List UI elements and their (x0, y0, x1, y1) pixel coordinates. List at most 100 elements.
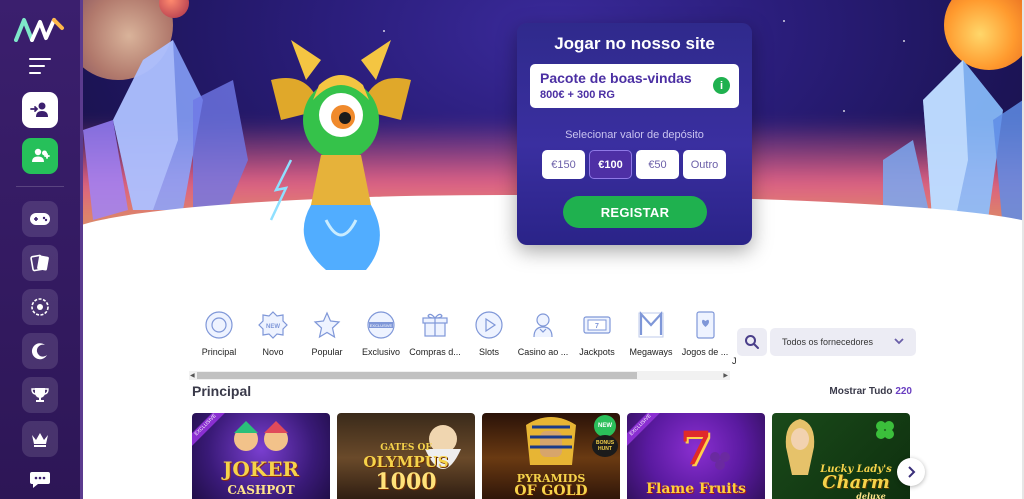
category-novo[interactable]: NEW Novo (246, 310, 300, 366)
jester-illustration (234, 421, 288, 451)
game-title-line: 1000 (375, 469, 437, 495)
scroll-right-icon[interactable]: ▶ (723, 372, 728, 379)
categories-scrollbar[interactable]: ◀ ▶ (189, 371, 730, 380)
category-label: Casino ao ... (517, 347, 569, 357)
category-principal[interactable]: Principal (192, 310, 246, 366)
category-label: Jogos de ... (681, 347, 729, 357)
svg-text:EXCLUSIVE: EXCLUSIVE (370, 323, 393, 328)
category-more[interactable]: J (732, 356, 737, 366)
game-card-pyramids-of-gold[interactable]: NEW BONUS HUNT PYRAMIDS OF GOLD (482, 413, 620, 499)
category-label: Principal (201, 347, 237, 357)
chevron-down-icon (894, 338, 904, 345)
sidebar-item-crash[interactable] (22, 333, 58, 369)
game-title-line: JOKER (222, 457, 300, 481)
category-label: Popular (311, 347, 343, 357)
category-popular[interactable]: Popular (300, 310, 354, 366)
category-casino-ao-vivo[interactable]: Casino ao ... (516, 310, 570, 366)
info-icon[interactable]: i (713, 77, 730, 94)
trophy-icon (31, 388, 49, 402)
section-title: Principal (192, 383, 252, 399)
show-all-link[interactable]: Mostrar Tudo 220 (829, 386, 912, 397)
game-card-gates-of-olympus-1000[interactable]: GATES OF OLYMPUS 1000 (337, 413, 475, 499)
category-label: Slots (478, 347, 499, 357)
category-compras[interactable]: Compras d... (408, 310, 462, 366)
hero-banner: Jogar no nosso site Pacote de boas-vinda… (83, 0, 1024, 300)
sidebar-divider (16, 186, 64, 187)
offer-name: Pacote de boas-vindas (540, 70, 692, 86)
category-label: Megaways (629, 347, 673, 357)
grapes-icon (710, 452, 730, 470)
game-title-line: deluxe (856, 491, 886, 499)
sidebar-item-tournaments[interactable] (22, 377, 58, 413)
moon-icon (31, 343, 47, 360)
category-megaways[interactable]: Megaways (624, 310, 678, 366)
sidebar (0, 0, 80, 499)
search-icon (745, 335, 759, 349)
game-card-flame-fruits-frenzy[interactable]: EXCLUSIVE 7 Flame Fruits (627, 413, 765, 499)
add-user-icon (32, 148, 50, 162)
game-title-line: 7 (679, 421, 712, 475)
menu-icon[interactable] (29, 58, 51, 74)
game-card-joker-cashpot[interactable]: EXCLUSIVE JOKER CASHPOT (192, 413, 330, 499)
svg-text:NEW: NEW (266, 324, 280, 330)
show-all-count: 220 (895, 386, 912, 397)
category-jackpots[interactable]: 7 Jackpots (570, 310, 624, 366)
sidebar-item-vip[interactable] (22, 421, 58, 457)
scroll-left-icon[interactable]: ◀ (190, 372, 195, 379)
registration-title: Jogar no nosso site (554, 34, 715, 53)
home-icon (205, 311, 233, 339)
deposit-label: Selecionar valor de depósito (565, 129, 704, 141)
mascot-illustration (269, 40, 411, 270)
bonus-hunt-badge: BONUS HUNT (592, 435, 618, 457)
chat-button[interactable] (24, 465, 56, 493)
category-label: Jackpots (579, 347, 615, 357)
category-slots[interactable]: Slots (462, 310, 516, 366)
category-label: Exclusivo (361, 347, 400, 357)
sidebar-item-table-games[interactable] (22, 245, 58, 281)
gift-icon (422, 313, 448, 337)
provider-select[interactable]: Todos os fornecedores (770, 328, 916, 356)
category-jogos-de-mesa[interactable]: Jogos de ... (678, 310, 732, 366)
provider-select-value: Todos os fornecedores (782, 337, 874, 347)
game-categories: Principal NEW Novo Popular EXCLUSIVE Exc… (192, 310, 737, 366)
deposit-amount-options: €150 €100 €50 Outro (542, 150, 726, 179)
registration-card: Jogar no nosso site Pacote de boas-vinda… (517, 23, 752, 245)
game-card-lucky-ladys-charm-deluxe[interactable]: Lucky Lady's Charm deluxe (772, 413, 910, 499)
deposit-amount-100[interactable]: €100 (589, 150, 632, 179)
sidebar-item-games[interactable] (22, 201, 58, 237)
next-games-button[interactable] (897, 458, 925, 486)
games-row: EXCLUSIVE JOKER CASHPOT GATES OF OLYMPUS… (192, 413, 910, 499)
scrollbar-thumb[interactable] (197, 372, 637, 379)
play-icon (475, 311, 503, 339)
game-title-line: CASHPOT (227, 483, 295, 497)
deposit-amount-other[interactable]: Outro (683, 150, 726, 179)
playing-card-icon (696, 311, 715, 339)
chat-icon (30, 472, 50, 488)
category-label: Compras d... (409, 347, 461, 357)
show-all-label: Mostrar Tudo (829, 386, 893, 397)
login-button[interactable] (22, 92, 58, 128)
crown-icon (32, 433, 48, 447)
dealer-icon (533, 313, 553, 338)
exclusive-ribbon: EXCLUSIVE (192, 413, 231, 450)
search-button[interactable] (737, 328, 767, 356)
register-submit-button[interactable]: REGISTAR (563, 196, 707, 228)
game-title-line: GATES OF (380, 443, 432, 453)
game-title-line: OF GOLD (514, 483, 588, 499)
chevron-right-icon (908, 466, 916, 478)
sidebar-item-roulette[interactable] (22, 289, 58, 325)
register-button[interactable] (22, 138, 58, 174)
clover-icon (876, 421, 894, 439)
game-title-line: Charm (822, 472, 890, 493)
cards-icon (30, 254, 49, 272)
welcome-offer-selector[interactable]: Pacote de boas-vindas 800€ + 300 RG i (530, 64, 739, 108)
deposit-amount-50[interactable]: €50 (636, 150, 679, 179)
deposit-amount-150[interactable]: €150 (542, 150, 585, 179)
new-badge: NEW (594, 415, 616, 437)
mr-logo[interactable] (14, 16, 66, 42)
megaways-icon (638, 311, 664, 338)
category-exclusivo[interactable]: EXCLUSIVE Exclusivo (354, 310, 408, 366)
star-icon (313, 311, 341, 339)
exclusive-icon: EXCLUSIVE (367, 311, 395, 339)
game-title-line: Flame Fruits (646, 481, 746, 497)
